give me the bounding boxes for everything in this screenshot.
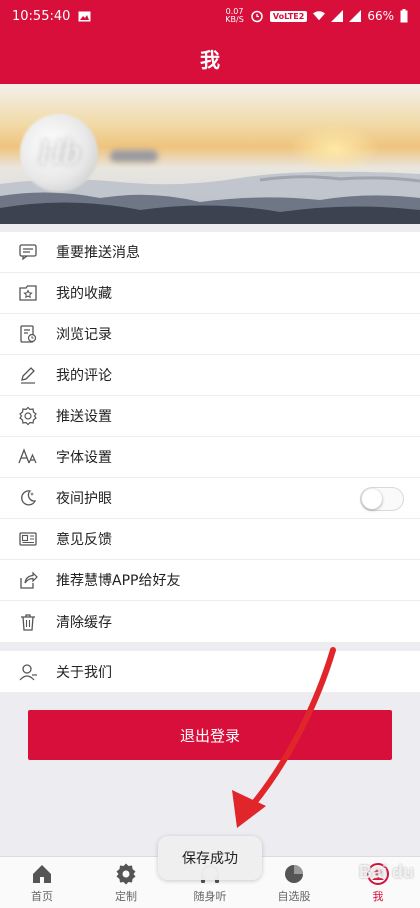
trash-icon — [0, 601, 56, 642]
pen-icon — [0, 355, 56, 396]
network-speed: 0.07 KB/S — [225, 7, 244, 24]
message-icon — [0, 232, 56, 273]
settings-menu: 重要推送消息 我的收藏 浏览记录 我的评论 推送设置 字体设置 夜间护眼 意见反… — [0, 232, 420, 642]
menu-label: 字体设置 — [56, 450, 112, 466]
signal-icon — [331, 10, 344, 22]
tab-label: 首页 — [31, 889, 53, 903]
user-icon — [0, 651, 56, 692]
menu-label: 我的评论 — [56, 368, 112, 384]
menu-label: 重要推送消息 — [56, 245, 140, 261]
menu-item-comments[interactable]: 我的评论 — [0, 355, 420, 396]
clock: 10:55:40 — [12, 8, 71, 24]
logout-button[interactable]: 退出登录 — [28, 710, 392, 760]
menu-item-favorites[interactable]: 我的收藏 — [0, 273, 420, 314]
menu-item-share-app[interactable]: 推荐慧博APP给好友 — [0, 560, 420, 601]
menu-item-font-settings[interactable]: 字体设置 — [0, 437, 420, 478]
page-title: 我 — [200, 47, 220, 72]
avatar-initial: Hb — [38, 134, 80, 171]
signal-icon-2 — [349, 10, 362, 22]
menu-label: 浏览记录 — [56, 327, 112, 343]
menu-item-night-mode[interactable]: 夜间护眼 — [0, 478, 420, 519]
profile-banner: Hb — [0, 84, 420, 224]
username-blurred — [110, 150, 158, 162]
status-right: 0.07 KB/S VoLTE2 66% — [225, 8, 408, 24]
moon-icon — [0, 478, 56, 519]
pie-icon — [285, 864, 303, 883]
menu-label: 夜间护眼 — [56, 491, 112, 507]
status-bar: 10:55:40 0.07 KB/S VoLTE2 66% — [0, 0, 420, 32]
feedback-icon — [0, 519, 56, 560]
tab-home[interactable]: 首页 — [0, 857, 84, 908]
top-header: 我 — [0, 32, 420, 84]
tab-label: 随身听 — [193, 889, 227, 903]
volte-badge: VoLTE2 — [269, 10, 308, 22]
battery-level: 66% — [367, 9, 394, 23]
tab-label: 定制 — [115, 889, 137, 903]
menu-item-push-messages[interactable]: 重要推送消息 — [0, 232, 420, 273]
tab-watchlist[interactable]: 自选股 — [252, 857, 336, 908]
night-mode-toggle[interactable] — [360, 487, 404, 511]
gear-icon — [0, 396, 56, 437]
share-icon — [0, 560, 56, 601]
menu-item-push-settings[interactable]: 推送设置 — [0, 396, 420, 437]
menu-label: 我的收藏 — [56, 286, 112, 302]
tab-label: 自选股 — [277, 889, 311, 903]
save-success-toast: 保存成功 — [158, 836, 262, 880]
image-icon — [78, 11, 91, 21]
history-icon — [0, 314, 56, 355]
menu-label: 推送设置 — [56, 409, 112, 425]
menu-label: 意见反馈 — [56, 532, 112, 548]
menu-label: 清除缓存 — [56, 614, 112, 631]
tab-custom[interactable]: 定制 — [84, 857, 168, 908]
wifi-icon — [313, 11, 326, 21]
menu-item-history[interactable]: 浏览记录 — [0, 314, 420, 355]
menu-item-about-us[interactable]: 关于我们 — [0, 651, 420, 692]
alarm-icon — [251, 10, 263, 23]
menu-label: 推荐慧博APP给好友 — [56, 573, 181, 589]
home-icon — [33, 864, 51, 883]
watermark: Bai du — [358, 862, 414, 882]
favorite-folder-icon — [0, 273, 56, 314]
menu-label: 关于我们 — [56, 664, 112, 681]
toggle-knob — [362, 489, 382, 509]
gear-icon — [116, 863, 136, 884]
tab-label: 我 — [372, 889, 384, 903]
menu-item-clear-cache[interactable]: 清除缓存 — [0, 601, 420, 642]
font-icon — [0, 437, 56, 478]
battery-icon — [400, 9, 408, 23]
menu-item-feedback[interactable]: 意见反馈 — [0, 519, 420, 560]
